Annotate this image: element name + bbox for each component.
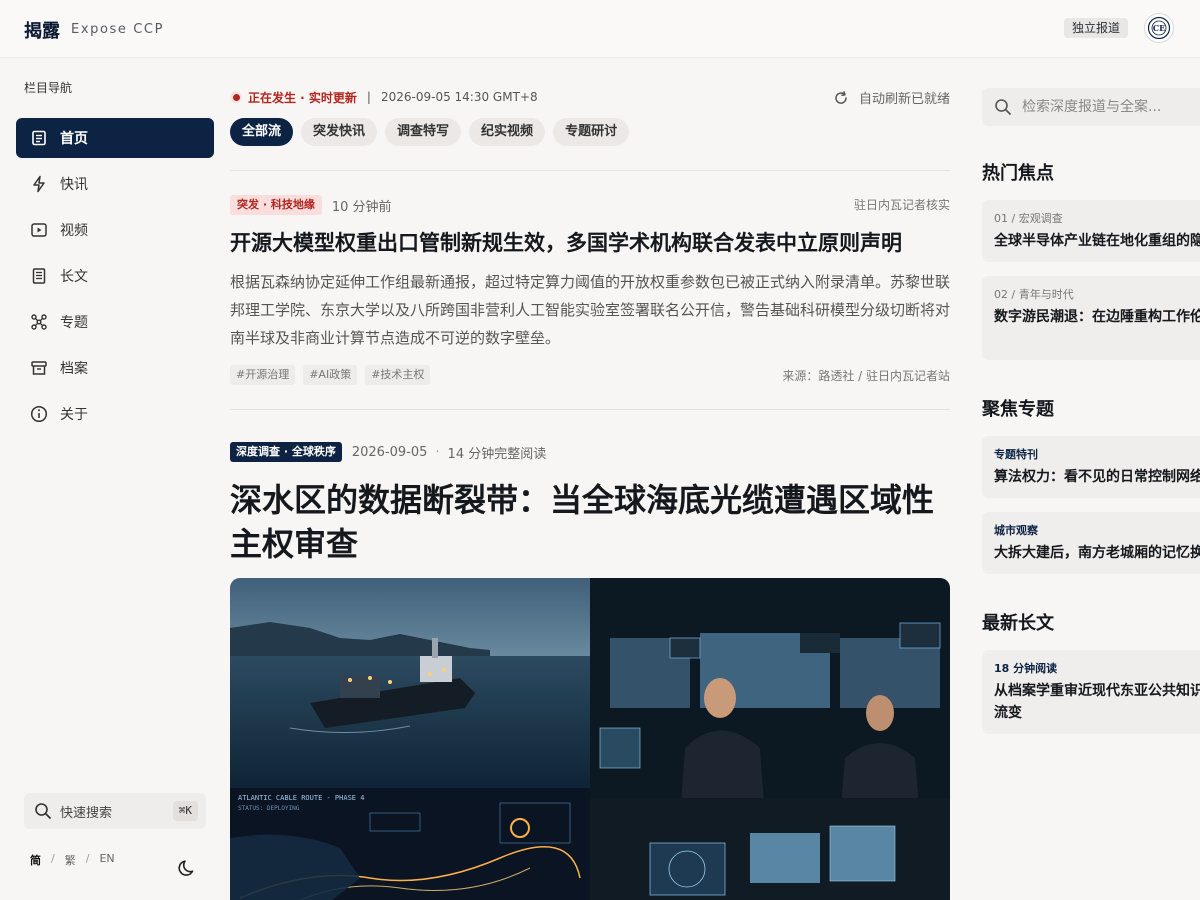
live-separator: |: [366, 90, 371, 104]
hero-image[interactable]: ATLANTIC CABLE ROUTE - PHASE 4 STATUS: D…: [230, 578, 950, 900]
quick-search-button[interactable]: 快速搜索 ⌘K: [24, 793, 206, 829]
lang-english[interactable]: EN: [99, 852, 114, 868]
sidebar-item-label: 首页: [60, 131, 88, 147]
hashtag-list: #开源治理 #AI政策 #技术主权: [230, 365, 431, 385]
card-kicker: 城市观察: [994, 524, 1038, 537]
article-meta: 突发 · 科技地缘 10 分钟前 驻日内瓦记者核实: [230, 195, 950, 215]
card-title: 从档案学重审近现代东亚公共知识战流变: [994, 683, 1200, 721]
sidebar-item-flash[interactable]: 快讯: [16, 164, 214, 204]
info-icon: [30, 405, 48, 423]
hashtag[interactable]: #AI政策: [303, 365, 358, 385]
lang-separator: /: [85, 852, 90, 865]
hashtag[interactable]: #开源治理: [230, 365, 296, 385]
sidebar-item-label: 专题: [60, 315, 88, 331]
live-status: 正在发生 · 实时更新: [248, 90, 357, 105]
lightning-icon: [30, 175, 48, 193]
search-input[interactable]: [1022, 99, 1200, 115]
sidebar-item-label: 快讯: [60, 177, 88, 193]
category-tag: 突发 · 科技地缘: [230, 195, 322, 215]
sidebar-item-label: 关于: [60, 407, 88, 423]
article-summary: 根据瓦森纳协定延伸工作组最新通报，超过特定算力阈值的开放权重参数包已被正式纳入附…: [230, 273, 951, 347]
time-ago: 10 分钟前: [331, 199, 392, 215]
tab-all[interactable]: 全部流: [230, 118, 294, 146]
moon-icon[interactable]: [178, 858, 198, 878]
tab-seminar[interactable]: 专题研讨: [553, 118, 630, 146]
live-status-bar: 正在发生 · 实时更新 | 2026-09-05 14:30 GMT+8 自动刷…: [230, 88, 950, 107]
archive-icon: [30, 359, 48, 377]
network-icon: [30, 313, 48, 331]
sidebar-item-archive[interactable]: 档案: [16, 348, 214, 388]
svg-text:CE: CE: [1153, 23, 1165, 33]
tab-breaking[interactable]: 突发快讯: [301, 118, 378, 146]
sidebar-item-longform[interactable]: 长文: [16, 256, 214, 296]
nav-heading: 栏目导航: [24, 81, 73, 95]
top-header: 揭露 Expose CCP 独立报道 CE: [0, 0, 1200, 58]
lang-separator: /: [51, 852, 55, 865]
verified-by: 驻日内瓦记者核实: [853, 198, 950, 212]
sidebar-item-home[interactable]: 首页: [16, 118, 214, 158]
refresh-button[interactable]: 自动刷新已就绪: [833, 88, 950, 107]
article-meta: 深度调查 · 全球秩序 2026-09-05 · 14 分钟完整阅读: [230, 442, 950, 462]
section-title-topics: 聚焦专题: [982, 399, 1054, 420]
article-date: 2026-09-05: [351, 444, 428, 460]
filter-tabs: 全部流 突发快讯 调查特写 纪实视频 专题研讨: [230, 118, 630, 146]
section-title-longform: 最新长文: [982, 613, 1054, 634]
seal-icon: CE: [1147, 16, 1171, 40]
document-icon: [30, 129, 48, 147]
ship-at-sea-image: ATLANTIC CABLE ROUTE - PHASE 4 STATUS: D…: [230, 578, 590, 900]
tab-documentary[interactable]: 纪实视频: [469, 118, 546, 146]
play-icon: [30, 221, 48, 239]
avatar[interactable]: CE: [1144, 13, 1174, 43]
longform-icon: [30, 267, 48, 285]
article-headline[interactable]: 开源大模型权重出口管制新规生效，多国学术机构联合发表中立原则声明: [230, 227, 950, 259]
category-tag: 深度调查 · 全球秩序: [230, 442, 342, 462]
live-dot-icon: [230, 91, 242, 103]
lang-traditional[interactable]: 繁: [65, 852, 76, 868]
read-time: 14 分钟完整阅读: [447, 446, 547, 462]
lang-simplified[interactable]: 简: [30, 852, 41, 868]
language-switcher: 简 / 繁 / EN: [30, 852, 115, 868]
site-search[interactable]: [982, 88, 1200, 126]
divider: [230, 170, 950, 171]
refresh-icon: [835, 90, 847, 104]
search-icon: [995, 99, 1011, 115]
card-kicker: 18 分钟阅读: [994, 662, 1058, 675]
quick-search-label: 快速搜索: [60, 805, 113, 821]
meta-dot: ·: [435, 444, 440, 460]
article-headline[interactable]: 深水区的数据断裂带：当全球海底光缆遭遇区域性主权审查: [230, 478, 950, 566]
card-kicker: 01 / 宏观调查: [994, 212, 1063, 225]
map-status-label: STATUS: DEPLOYING: [238, 805, 300, 812]
live-timestamp: 2026-09-05 14:30 GMT+8: [380, 90, 538, 104]
card-title: 大拆大建后，南方老城厢的记忆换: [994, 545, 1200, 561]
sidebar-item-label: 视频: [60, 223, 88, 239]
sidebar-item-topics[interactable]: 专题: [16, 302, 214, 342]
topic-card[interactable]: 城市观察 大拆大建后，南方老城厢的记忆换: [982, 512, 1200, 574]
shortcut-key: ⌘K: [172, 801, 198, 821]
sidebar-item-about[interactable]: 关于: [16, 394, 214, 434]
card-title: 全球半导体产业链在地化重组的隐: [994, 233, 1200, 249]
independent-badge: 独立报道: [1064, 18, 1129, 38]
card-title: 算法权力：看不见的日常控制网络: [994, 469, 1200, 485]
search-icon: [35, 803, 51, 819]
longform-card[interactable]: 18 分钟阅读 从档案学重审近现代东亚公共知识战流变: [982, 650, 1200, 734]
hashtag[interactable]: #技术主权: [365, 365, 431, 385]
card-kicker: 专题特刊: [994, 448, 1038, 461]
refresh-status: 自动刷新已就绪: [858, 92, 950, 107]
control-room-image: [590, 578, 950, 900]
sidebar-item-label: 档案: [60, 361, 88, 377]
section-title-hot: 热门焦点: [982, 163, 1054, 184]
topic-card[interactable]: 专题特刊 算法权力：看不见的日常控制网络: [982, 436, 1200, 498]
article-source: 来源：路透社 / 驻日内瓦记者站: [782, 369, 950, 383]
hot-card[interactable]: 01 / 宏观调查 全球半导体产业链在地化重组的隐: [982, 200, 1200, 262]
divider: [230, 409, 950, 410]
card-kicker: 02 / 青年与时代: [994, 288, 1074, 301]
sidebar-item-video[interactable]: 视频: [16, 210, 214, 250]
map-route-label: ATLANTIC CABLE ROUTE - PHASE 4: [238, 794, 364, 802]
tab-investigation[interactable]: 调查特写: [385, 118, 462, 146]
sidebar-item-label: 长文: [60, 269, 88, 285]
card-title: 数字游民潮退：在边陲重构工作伦人: [994, 309, 1200, 325]
brand-subtitle: Expose CCP: [71, 22, 165, 37]
brand-name[interactable]: 揭露: [24, 17, 60, 43]
hot-card[interactable]: 02 / 青年与时代 数字游民潮退：在边陲重构工作伦人: [982, 276, 1200, 360]
